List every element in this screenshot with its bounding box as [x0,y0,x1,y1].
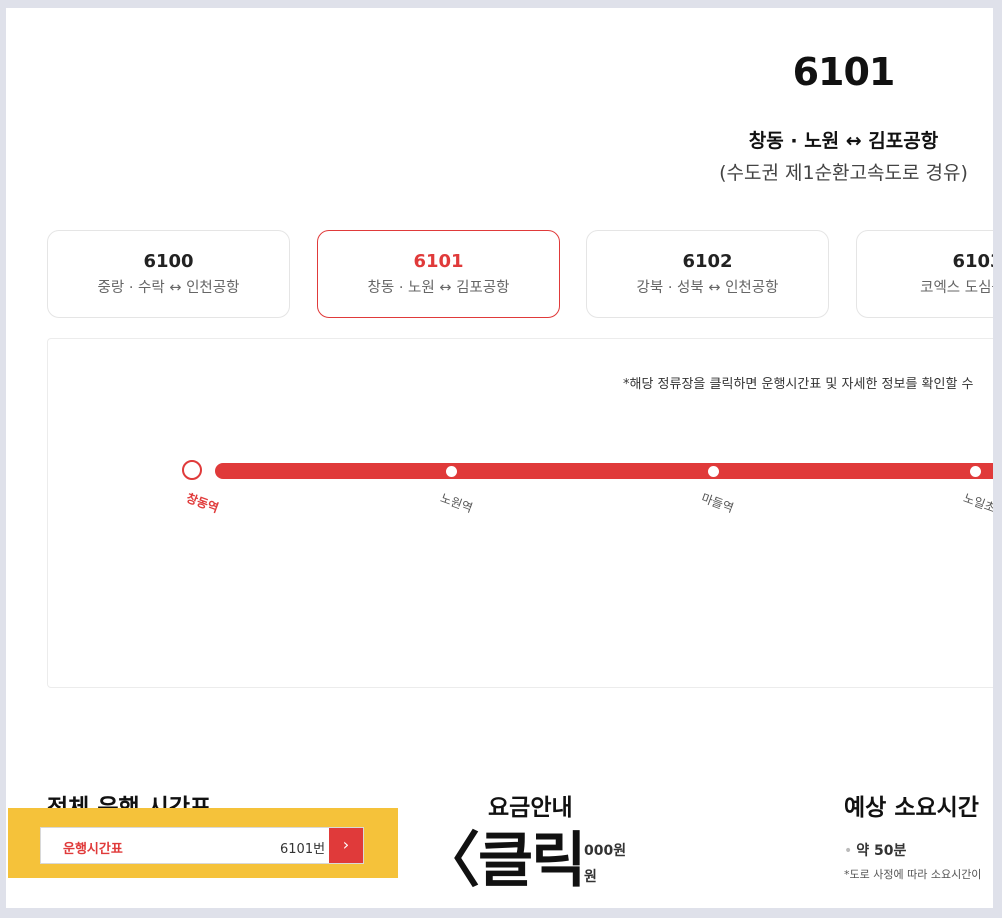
fare-adult: 000원 [584,843,627,859]
route-card-number: 6103 [952,251,993,272]
route-card-desc: 창동 · 노원 ↔ 김포공항 [367,280,510,296]
fare-youth: 원 [584,869,597,885]
route-card-6103[interactable]: 6103 코엑스 도심공항 ↔ [856,230,993,318]
timetable-button-route: 6101번 [280,842,326,857]
stop-label[interactable]: 창동역 [184,489,221,516]
route-card-number: 6101 [413,251,464,272]
stop-label[interactable]: 노원역 [438,489,475,516]
route-card-number: 6102 [682,251,733,272]
route-name: 창동 · 노원 ↔ 김포공항 [748,130,939,152]
timetable-button-label: 운행시간표 [63,842,123,857]
route-card-number: 6100 [143,251,194,272]
route-card-desc: 코엑스 도심공항 ↔ [920,280,993,296]
stop-label[interactable]: 노일초 [961,489,993,516]
page: 6101 창동 · 노원 ↔ 김포공항 (수도권 제1순환고속도로 경유) 61… [6,8,993,908]
route-via: (수도권 제1순환고속도로 경유) [719,162,968,184]
duration-note: *도로 사정에 따라 소요시간이 [844,868,982,881]
duration-text: 약 50분 [856,843,907,859]
stop-marker[interactable] [970,466,981,477]
route-card-6100[interactable]: 6100 중랑 · 수락 ↔ 인천공항 [47,230,290,318]
route-card-desc: 중랑 · 수락 ↔ 인천공항 [97,280,240,296]
route-card-6101[interactable]: 6101 창동 · 노원 ↔ 김포공항 [317,230,560,318]
duration-section-title: 예상 소요시간 [844,795,979,821]
timetable-button[interactable]: 운행시간표 6101번 › [40,827,364,864]
map-note: *해당 정류장을 클릭하면 운행시간표 및 자세한 정보를 확인할 수 [623,377,974,392]
stop-marker-start[interactable] [182,460,202,480]
route-card-desc: 강북 · 성북 ↔ 인천공항 [636,280,779,296]
stop-marker[interactable] [446,466,457,477]
duration-value: • 약 50분 [844,840,906,860]
bullet-icon: • [844,843,853,859]
route-card-6102[interactable]: 6102 강북 · 성북 ↔ 인천공항 [586,230,829,318]
chevron-right-icon: › [329,828,363,863]
stop-label[interactable]: 마들역 [699,489,736,516]
route-line [215,463,993,479]
route-map: *해당 정류장을 클릭하면 운행시간표 및 자세한 정보를 확인할 수 창동역 … [47,338,993,688]
stop-marker[interactable] [708,466,719,477]
click-annotation: 〈클릭 [420,826,586,896]
route-number-title: 6101 [792,50,896,94]
